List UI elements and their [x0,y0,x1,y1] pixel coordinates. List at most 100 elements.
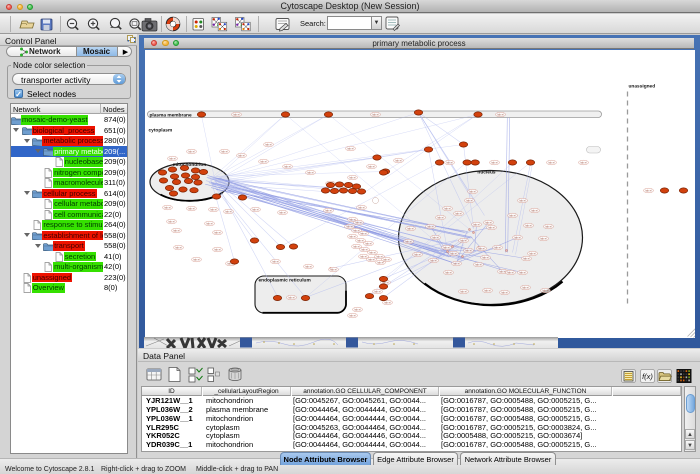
svg-text:lab el: lab el [374,289,381,293]
svg-text:cytoplasm: cytoplasm [148,127,172,133]
svg-text:lab el: lab el [284,164,291,168]
svg-text:lab el: lab el [305,264,312,268]
svg-text:lab el: lab el [358,205,365,209]
svg-text:lab el: lab el [485,220,492,224]
svg-text:lab el: lab el [265,142,272,146]
svg-text:lab el: lab el [444,206,451,210]
svg-text:unassigned: unassigned [628,83,655,89]
svg-text:lab el: lab el [529,251,536,255]
svg-text:lab el: lab el [361,247,368,251]
svg-text:lab el: lab el [450,251,457,255]
svg-text:lab el: lab el [509,213,516,217]
svg-text:lab el: lab el [453,261,460,265]
svg-text:lab el: lab el [354,307,361,311]
svg-text:lab el: lab el [465,248,472,252]
svg-text:lab el: lab el [214,230,221,234]
svg-text:lab el: lab el [372,112,379,116]
svg-text:lab el: lab el [214,247,221,251]
svg-text:lab el: lab el [210,207,217,211]
svg-text:lab el: lab el [446,160,453,164]
svg-text:lab el: lab el [260,159,267,163]
svg-text:lab el: lab el [349,313,356,317]
svg-text:lab el: lab el [168,219,175,223]
svg-text:lab el: lab el [405,239,412,243]
svg-text:lab el: lab el [501,290,508,294]
svg-text:lab el: lab el [475,262,482,266]
svg-text:lab el: lab el [376,254,383,258]
svg-text:lab el: lab el [645,188,652,192]
svg-text:endoplasmic reticulum: endoplasmic reticulum [258,277,310,283]
svg-text:lab el: lab el [473,222,480,226]
svg-text:lab el: lab el [330,267,337,271]
svg-text:lab el: lab el [542,288,549,292]
svg-text:lab el: lab el [548,160,555,164]
svg-text:lab el: lab el [484,288,491,292]
svg-text:lab el: lab el [169,156,176,160]
svg-text:lab el: lab el [445,270,452,274]
svg-text:lab el: lab el [519,198,526,202]
svg-text:lab el: lab el [206,221,213,225]
svg-text:lab el: lab el [238,153,245,157]
svg-text:lab el: lab el [414,252,421,256]
svg-text:lab el: lab el [349,234,356,238]
svg-text:nucleus: nucleus [477,169,495,175]
svg-text:lab el: lab el [225,209,232,213]
svg-text:lab el: lab el [499,269,506,273]
svg-text:lab el: lab el [494,245,501,249]
svg-text:mitochondrion: mitochondrion [172,162,206,168]
svg-text:lab el: lab el [460,289,467,293]
svg-text:lab el: lab el [357,238,364,242]
svg-text:lab el: lab el [368,257,375,261]
svg-text:lab el: lab el [221,149,228,153]
svg-text:lab el: lab el [427,224,434,228]
svg-text:lab el: lab el [193,257,200,261]
svg-text:lab el: lab el [514,235,521,239]
svg-text:lab el: lab el [580,160,587,164]
svg-text:lab el: lab el [432,235,439,239]
svg-text:lab el: lab el [360,231,367,235]
svg-text:lab el: lab el [507,270,514,274]
svg-text:lab el: lab el [369,250,376,254]
svg-text:lab el: lab el [355,220,362,224]
svg-text:lab el: lab el [346,224,353,228]
svg-text:lab el: lab el [307,170,314,174]
svg-text:plasma membrane: plasma membrane [149,112,191,118]
svg-text:lab el: lab el [188,206,195,210]
svg-text:lab el: lab el [455,211,462,215]
svg-text:lab el: lab el [173,228,180,232]
svg-text:lab el: lab el [482,255,489,259]
svg-text:lab el: lab el [460,238,467,242]
svg-text:lab el: lab el [519,270,526,274]
svg-text:lab el: lab el [288,295,295,299]
svg-text:lab el: lab el [478,246,485,250]
svg-text:lab el: lab el [347,146,354,150]
svg-text:lab el: lab el [466,198,473,202]
svg-text:lab el: lab el [164,205,171,209]
svg-text:lab el: lab el [531,208,538,212]
svg-text:lab el: lab el [360,254,367,258]
svg-text:lab el: lab el [279,210,286,214]
svg-text:lab el: lab el [349,175,356,179]
svg-text:lab el: lab el [353,244,360,248]
svg-text:lab el: lab el [469,189,476,193]
svg-text:lab el: lab el [233,112,240,116]
svg-text:lab el: lab el [368,164,375,168]
svg-text:lab el: lab el [325,208,332,212]
svg-text:lab el: lab el [488,225,495,229]
svg-text:lab el: lab el [540,236,547,240]
svg-text:lab el: lab el [175,245,182,249]
svg-text:lab el: lab el [545,224,552,228]
svg-text:lab el: lab el [430,258,437,262]
svg-text:lab el: lab el [188,149,195,153]
svg-text:lab el: lab el [491,160,498,164]
svg-text:f(x): f(x) [642,372,653,381]
svg-text:lab el: lab el [523,256,530,260]
svg-text:lab el: lab el [252,207,259,211]
svg-text:lab el: lab el [383,257,390,261]
svg-text:lab el: lab el [395,158,402,162]
svg-text:lab el: lab el [525,223,532,227]
svg-text:lab el: lab el [522,285,529,289]
svg-text:lab el: lab el [384,300,391,304]
svg-text:lab el: lab el [272,259,279,263]
svg-text:lab el: lab el [497,112,504,116]
